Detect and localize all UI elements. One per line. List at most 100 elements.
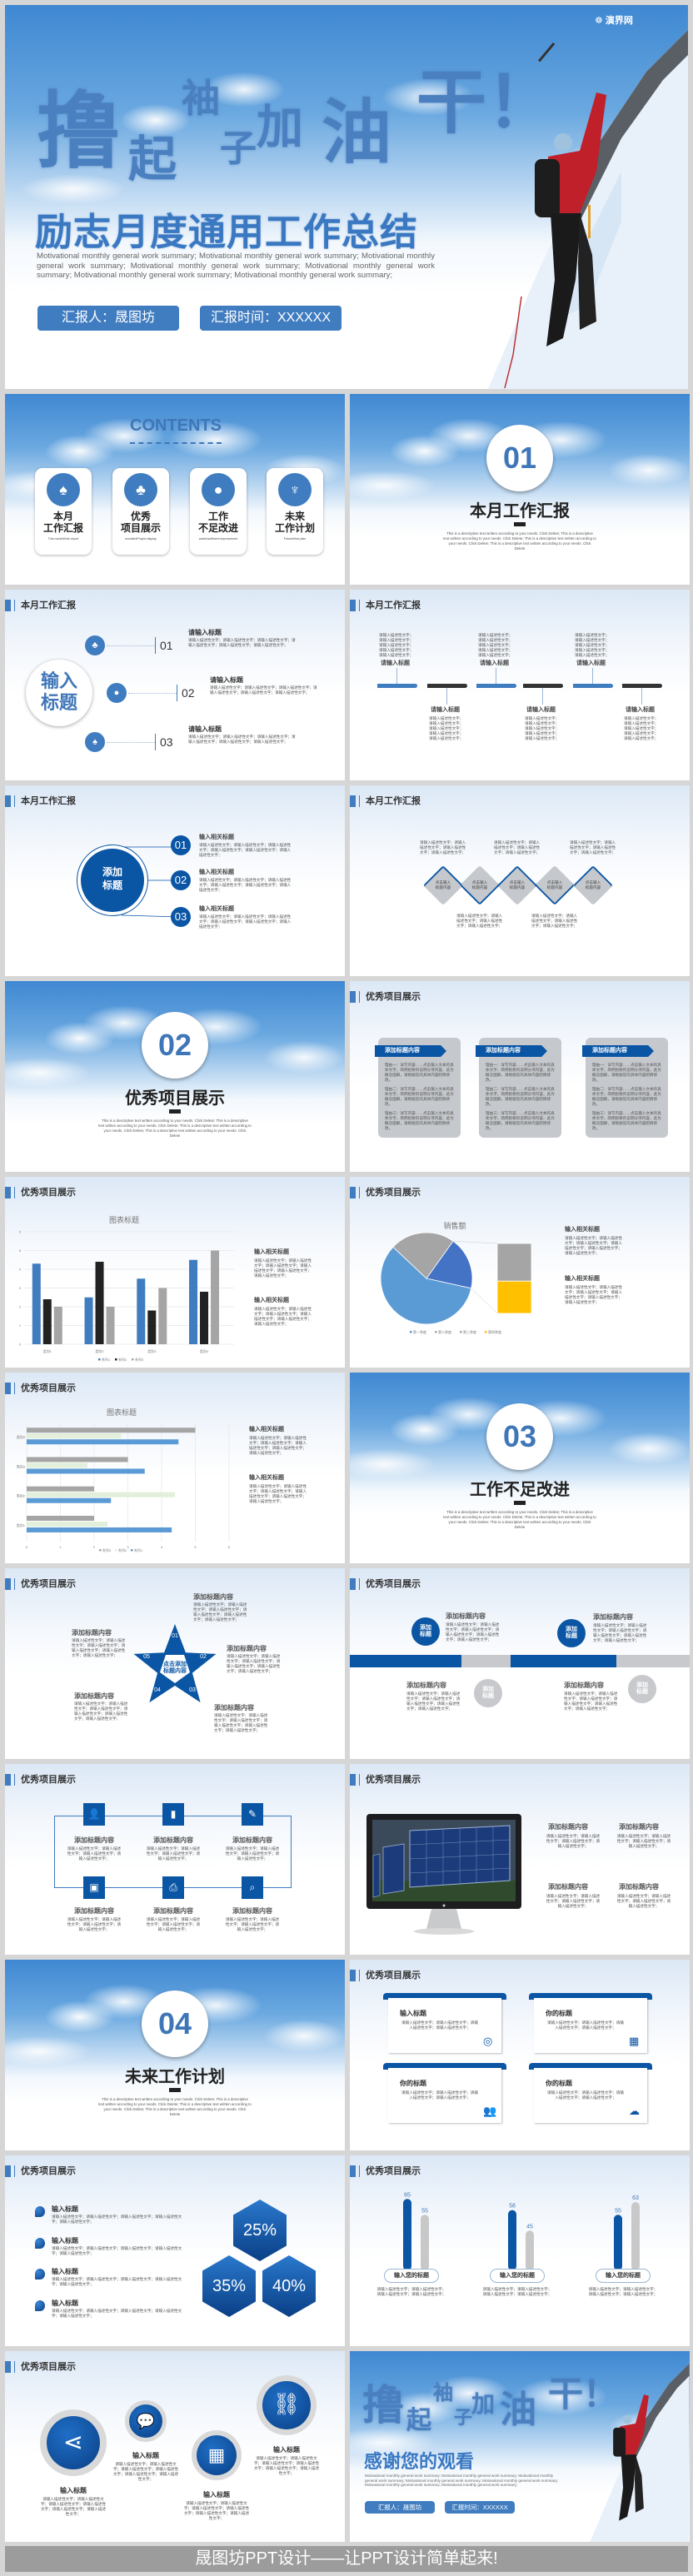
contents-item-label: 工作 [207, 511, 228, 522]
star-item-body: 请输入描述性文字；请输入描述性文字；请输入描述性文字；请输入描述性文字；请输入描… [193, 1602, 247, 1622]
card-body: 请输入描述性文字；请输入描述性文字；请输入描述性文字；请输入描述性文字； [401, 2020, 478, 2030]
pie-chart-slide: 优秀项目展示 销售额 第一季度 第二季度 第三季度 第四季度 输入相关标题 请输入描述性… [350, 1177, 690, 1368]
card-paragraph: 理由一：详写内容……点击输入文本的具体文字，简明扼要的说明分项内容，此为概念图解… [592, 1063, 661, 1082]
bullet-icon [35, 2206, 45, 2217]
connector [446, 688, 447, 705]
data-label: 55 [421, 2208, 428, 2214]
item-title: 添加标题内容 [564, 1682, 604, 1689]
contents-item-4[interactable]: ♆ 未来 工作计划 FutureWork plan [267, 468, 323, 555]
item-title: 添加标题内容 [619, 1823, 659, 1831]
contents-item-1[interactable]: ♠ 本月 工作汇报 This monthWork report [35, 468, 92, 555]
slide-header: 优秀项目展示 [366, 1579, 421, 1589]
timeline-segment [511, 1655, 616, 1667]
connector-line [471, 1288, 498, 1314]
card-paragraph: 理由一：详写内容……点击输入文本的具体文字，简明扼要的说明分项内容，此为概念图解… [385, 1063, 454, 1082]
card-body: 请输入描述性文字；请输入描述性文字；请输入描述性文字；请输入描述性文字； [401, 2090, 478, 2100]
x-tick-label: 类别3 [147, 1348, 157, 1353]
contents-item-subtitle: FutureWork plan [283, 537, 307, 541]
contents-item-2[interactable]: ♣ 优秀 项目展示 excellentProject display [112, 468, 169, 555]
text-body: 请输入描述性文字；请输入描述性文字；请输入描述性文字；请输入描述性文字；请输入描… [249, 1484, 307, 1503]
legend-label: 系列2 [118, 1547, 127, 1552]
capsule-bar [526, 2230, 534, 2270]
timeline-body: 请输入描述性文字；请输入描述性文字；请输入描述性文字；请输入描述性文字；请输入描… [624, 716, 659, 740]
y-tick-label: 类别4 [17, 1434, 26, 1439]
x-tick-label: 类别2 [95, 1348, 104, 1353]
pencil-icon[interactable]: ✎ [242, 1803, 263, 1826]
ending-title: 感谢您的观看 [364, 2451, 475, 2472]
item-title: 添加标题内容 [593, 1613, 633, 1621]
contents-item-label: 工作计划 [274, 522, 315, 534]
user-icon[interactable]: 👤 [83, 1803, 105, 1826]
x-tick-label: 2 [93, 1545, 96, 1549]
item-title: 添加标题内容 [232, 1836, 272, 1844]
reporter-button[interactable]: 汇报人：晟图坊 [365, 2501, 435, 2514]
chat-icon[interactable]: 💬 [129, 2404, 162, 2438]
item-title: 添加标题内容 [74, 1836, 114, 1844]
title-badge: 添加 标题 [411, 1617, 440, 1646]
card-label: 添加标题内容 [582, 1045, 654, 1057]
item-body: 请输入描述性文字；请输入描述性文字；请输入描述性文字；请输入描述性文字；请输入描… [52, 2277, 182, 2286]
item-body: 请输入描述性文字；请输入描述性文字；请输入描述性文字；请输入描述性文字；请输入描… [210, 685, 317, 695]
legend-label: 系列1 [134, 1547, 143, 1552]
briefcase-icon[interactable]: ▣ [83, 1876, 105, 1899]
bar [53, 1307, 62, 1344]
timeline-title: 请输入标题 [431, 707, 460, 713]
bar [27, 1428, 196, 1433]
report-time-button[interactable]: 汇报时间：XXXXXX [200, 306, 342, 331]
reporter-button[interactable]: 汇报人：晟图坊 [37, 306, 179, 331]
legend-label: 第二季度 [438, 1329, 451, 1334]
diamond-text: 请输入描述性文字；请输入描述性文字；请输入描述性文字；请输入描述性文字； [456, 914, 503, 928]
item-title: 添加标题内容 [153, 1836, 193, 1844]
slide-header: 优秀项目展示 [21, 2362, 76, 2372]
text-title: 输入相关标题 [565, 1227, 600, 1233]
slogan-char: 加 [471, 2390, 496, 2418]
item-title: 输入标题 [52, 2299, 78, 2307]
printer-icon[interactable]: ⎙ [162, 1876, 184, 1899]
y-tick-label: 4 [19, 1268, 22, 1272]
bar [27, 1457, 128, 1462]
data-label: 58 [509, 2204, 516, 2210]
search-icon[interactable]: ⌕ [242, 1876, 263, 1899]
contents-item-label: 工作汇报 [42, 522, 83, 534]
contents-title: CONTENTS [130, 416, 222, 435]
report-time-button[interactable]: 汇报时间：XXXXXX [445, 2501, 515, 2514]
item-body: 请输入描述性文字；请输入描述性文字；请输入描述性文字；请输入描述性文字；请输入描… [52, 2246, 182, 2255]
section-number: 02 [142, 1012, 208, 1079]
item-body: 请输入描述性文字；请输入描述性文字；请输入描述性文字；请输入描述性文字；请输入描… [199, 914, 292, 929]
divider [155, 637, 156, 654]
legend-swatch [435, 1331, 437, 1333]
calendar-icon[interactable]: ▦ [197, 2435, 237, 2475]
item-number: 02 [182, 686, 195, 700]
number-badge: 02 [171, 870, 191, 890]
share-icon[interactable]: ⋖ [47, 2416, 100, 2469]
contents-item-3[interactable]: ● 工作 不足改进 workInsufficient improvement [190, 468, 247, 555]
item-body: 请输入描述性文字；请输入描述性文字；请输入描述性文字；请输入描述性文字； [376, 2287, 446, 2296]
text-body: 请输入描述性文字；请输入描述性文字；请输入描述性文字；请输入描述性文字；请输入描… [565, 1236, 622, 1255]
contents-item-subtitle: workInsufficient improvement [198, 537, 238, 541]
legend-swatch [131, 1549, 133, 1552]
y-tick-label: 0 [19, 1343, 22, 1347]
section-description: This is a descriptive text written accor… [443, 531, 596, 551]
connector [396, 668, 397, 684]
item-title: 输入相关标题 [199, 906, 234, 912]
x-tick-label: 5 [194, 1545, 197, 1549]
card-title: 你的标题 [400, 2080, 426, 2087]
circle-icons-slide: 优秀项目展示 ⋖ 输入标题 请输入描述性文字；请输入描述性文字；请输入描述性文字；请… [5, 2351, 345, 2542]
title-badge: 添加 标题 [557, 1619, 586, 1647]
building-icon: ▦ [629, 2035, 640, 2047]
item-body: 请输入描述性文字；请输入描述性文字；请输入描述性文字；请输入描述性文字；请输入描… [406, 1692, 461, 1711]
sapling-icon: ♆ [278, 473, 312, 506]
link-icon[interactable]: ⛓ [262, 2381, 311, 2429]
legend-label: 系列3 [102, 1547, 112, 1552]
y-tick-label: 类别2 [17, 1493, 26, 1498]
timeline-title: 请输入标题 [381, 660, 410, 666]
clipboard-icon[interactable]: ▮ [162, 1803, 184, 1826]
item-title: 请输入标题 [210, 676, 243, 684]
pie-bar-segment [496, 1280, 532, 1314]
section-title: 工作不足改进 [470, 1481, 570, 1499]
slogan-char: 起 [128, 131, 177, 187]
cover-description: Motivational monthly general work summar… [37, 252, 435, 280]
pie-bar-segment [496, 1243, 532, 1282]
section-number: 03 [486, 1403, 553, 1470]
bullet-icon [35, 2300, 45, 2311]
